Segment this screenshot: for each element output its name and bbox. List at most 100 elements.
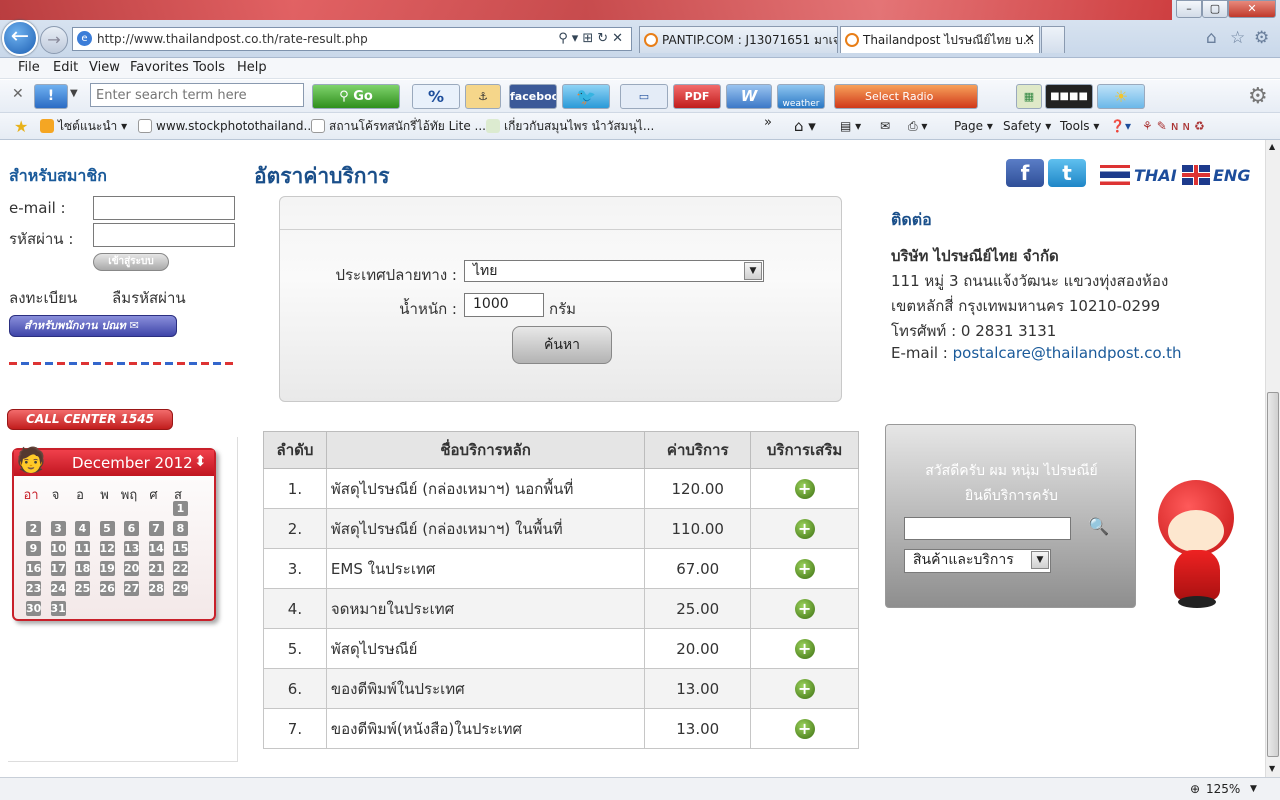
facebook-toolbar-button[interactable]: facebook [509, 84, 557, 109]
back-button[interactable]: ← [2, 20, 38, 56]
vertical-scrollbar[interactable]: ▲ ▼ [1265, 140, 1280, 777]
calendar-day[interactable]: 17 [50, 561, 66, 576]
add-extra-service-icon[interactable]: + [794, 718, 815, 739]
email-field[interactable] [93, 196, 235, 220]
screenshot-icon[interactable]: ▭ [620, 84, 668, 109]
add-extra-service-icon[interactable]: + [794, 478, 815, 499]
call-center-button[interactable]: CALL CENTER 1545 [7, 409, 173, 430]
password-field[interactable] [93, 223, 235, 247]
wikipedia-icon[interactable]: W [726, 84, 772, 109]
page-menu[interactable]: Page ▾ [954, 113, 993, 140]
calendar-day[interactable]: 10 [50, 541, 66, 556]
calendar-day[interactable]: 11 [75, 541, 90, 556]
settings-gear-icon[interactable]: ⚙ [1254, 28, 1269, 48]
twitter-bird-icon[interactable]: 🐦 [562, 84, 610, 109]
menu-tools[interactable]: Tools [193, 58, 225, 78]
fav-item-suggested[interactable]: ไซต์แนะนำ ▾ [40, 113, 127, 140]
home-cmd-icon[interactable]: ⌂ ▾ [794, 113, 816, 140]
lang-eng-link[interactable]: ENG [1213, 166, 1250, 185]
facebook-icon[interactable]: f [1006, 159, 1044, 187]
scroll-up-icon[interactable]: ▲ [1269, 142, 1275, 151]
dropdown-arrow-icon[interactable]: ▼ [70, 88, 78, 99]
menu-file[interactable]: File [18, 58, 40, 78]
forward-button[interactable]: → [40, 26, 68, 54]
search-button[interactable]: ค้นหา [512, 326, 612, 364]
menu-help[interactable]: Help [237, 58, 267, 78]
calendar-day[interactable]: 30 [26, 601, 41, 616]
category-select[interactable]: สินค้าและบริการ ▼ [904, 549, 1051, 573]
add-extra-service-icon[interactable]: + [794, 518, 815, 539]
help-icon[interactable]: ❓▾ [1110, 113, 1131, 140]
calendar-day[interactable]: 19 [99, 561, 115, 576]
add-extra-service-icon[interactable]: + [794, 598, 815, 619]
destination-select[interactable]: ไทย ▼ [464, 260, 764, 282]
safety-menu[interactable]: Safety ▾ [1003, 113, 1051, 140]
weather-button[interactable]: weather [777, 84, 825, 109]
select-radio-button[interactable]: Select Radio [834, 84, 978, 109]
twitter-icon[interactable]: t [1048, 159, 1086, 187]
calendar-day[interactable]: 27 [124, 581, 139, 596]
minimize-button[interactable]: – [1176, 0, 1202, 18]
calendar-day[interactable]: 9 [26, 541, 41, 556]
register-link[interactable]: ลงทะเบียน [9, 286, 77, 310]
calendar-day[interactable]: 8 [173, 521, 188, 536]
tab-thailandpost[interactable]: Thailandpost ไปรษณีย์ไทย บ... ✕ [840, 26, 1040, 53]
favorites-star-icon[interactable]: ★ [14, 117, 28, 136]
toolbar-settings-gear-icon[interactable]: ⚙ [1248, 84, 1268, 109]
add-extra-service-icon[interactable]: + [794, 638, 815, 659]
address-bar[interactable]: e http://www.thailandpost.co.th/rate-res… [72, 27, 632, 51]
calendar-day[interactable]: 13 [124, 541, 139, 556]
counter-icon[interactable]: ■■■■ [1045, 84, 1093, 109]
more-favorites-icon[interactable]: » [764, 115, 772, 130]
tools-menu[interactable]: Tools ▾ [1060, 113, 1099, 140]
fav-item-stockphoto[interactable]: www.stockphotothailand.... [138, 113, 319, 140]
favorites-star-icon[interactable]: ☆ [1230, 28, 1245, 48]
calendar-day[interactable]: 1 [173, 501, 188, 516]
thai-flag-icon[interactable] [1100, 165, 1130, 185]
zoom-dropdown-icon[interactable]: ▼ [1250, 778, 1257, 800]
scroll-down-icon[interactable]: ▼ [1269, 764, 1275, 773]
calendar-day[interactable]: 28 [148, 581, 164, 596]
calendar-day[interactable]: 26 [99, 581, 115, 596]
print-icon[interactable]: ⎙ ▾ [908, 113, 927, 140]
contact-email-link[interactable]: postalcare@thailandpost.co.th [953, 344, 1182, 362]
addon-icons[interactable]: ⚘✎ɴɴ♻ [1142, 113, 1209, 140]
add-extra-service-icon[interactable]: + [794, 678, 815, 699]
calendar-day[interactable]: 16 [26, 561, 41, 576]
uk-flag-icon[interactable] [1182, 165, 1210, 185]
greeting-search-input[interactable] [904, 517, 1071, 540]
address-tools-icon[interactable]: ⚲▾⊞↻✕ [558, 28, 627, 50]
go-button[interactable]: ⚲ Go [312, 84, 400, 109]
lang-thai-link[interactable]: THAI [1134, 166, 1177, 185]
menu-favorites[interactable]: Favorites [130, 58, 189, 78]
scrollbar-thumb[interactable] [1267, 392, 1279, 757]
search-icon[interactable]: 🔍 [1088, 517, 1109, 537]
calendar-day[interactable]: 14 [148, 541, 164, 556]
calendar-day[interactable]: 29 [173, 581, 188, 596]
calendar-day[interactable]: 12 [99, 541, 115, 556]
calendar-day[interactable]: 6 [124, 521, 139, 536]
mail-icon[interactable]: ✉ [880, 113, 890, 140]
calendar-day[interactable]: 15 [173, 541, 188, 556]
login-button[interactable]: เข้าสู่ระบบ [93, 253, 169, 271]
weight-input[interactable]: 1000 [464, 293, 544, 317]
calendar-day[interactable]: 31 [50, 601, 66, 616]
percent-icon[interactable]: % [412, 84, 460, 109]
toolbar-info-icon[interactable]: ! [34, 84, 68, 109]
calendar-day[interactable]: 2 [26, 521, 41, 536]
calendar-day[interactable]: 3 [50, 521, 66, 536]
feeds-icon[interactable]: ▤ ▾ [840, 113, 861, 140]
weather-sun-icon[interactable]: ☀ [1097, 84, 1145, 109]
calendar-nav-icon[interactable]: ⬍ [194, 452, 207, 470]
menu-edit[interactable]: Edit [53, 58, 78, 78]
calendar-day[interactable]: 4 [75, 521, 90, 536]
home-icon[interactable]: ⌂ [1206, 28, 1217, 48]
calendar-day[interactable]: 21 [148, 561, 164, 576]
calendar-day[interactable]: 22 [173, 561, 188, 576]
calendar-day[interactable]: 25 [75, 581, 90, 596]
calendar-day[interactable]: 5 [99, 521, 115, 536]
zoom-level[interactable]: 125% [1206, 778, 1240, 800]
close-toolbar-icon[interactable]: ✕ [12, 86, 24, 102]
calendar-day[interactable]: 23 [26, 581, 41, 596]
add-extra-service-icon[interactable]: + [794, 558, 815, 579]
